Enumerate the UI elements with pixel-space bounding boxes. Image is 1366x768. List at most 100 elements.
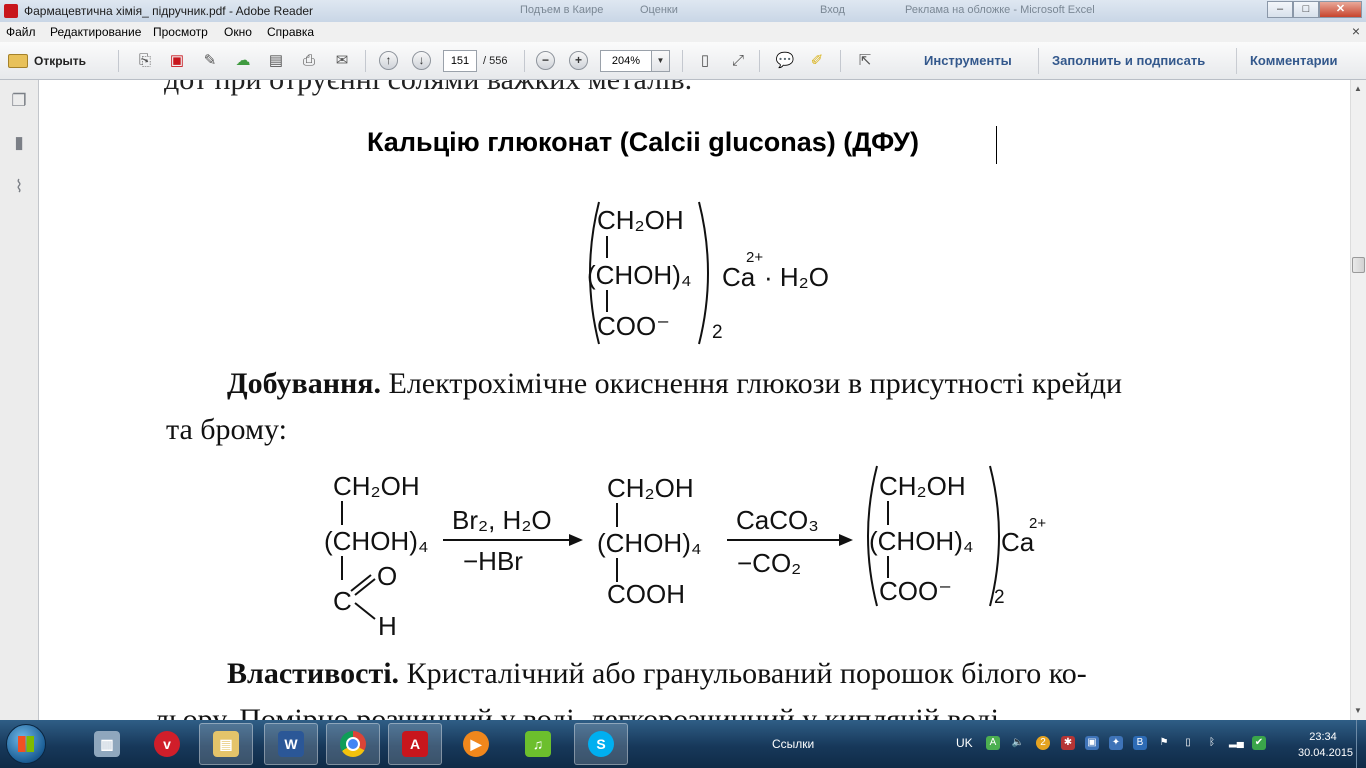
- ghost-tab: Реклама на обложке - Microsoft Excel: [905, 4, 1095, 16]
- r3-coo: COO⁻: [879, 576, 952, 606]
- fit-page-icon[interactable]: ▯: [694, 49, 716, 71]
- bookmarks-icon[interactable]: ▮: [8, 132, 30, 154]
- file-manager-icon: ▥: [94, 731, 120, 757]
- taskbar-app-adobe-reader[interactable]: A: [388, 723, 442, 765]
- tools-link[interactable]: Инструменты: [924, 53, 1012, 68]
- language-indicator[interactable]: UK: [956, 736, 973, 750]
- flag-icon[interactable]: ⚑: [1157, 736, 1171, 750]
- clock-date: 30.04.2015: [1298, 747, 1354, 759]
- tray-app-icon[interactable]: ✱: [1061, 736, 1075, 750]
- toolbar: Открыть ⎘ ▣ ✎ ☁ ▤ ⎙ ✉ ↑ ↓ 151 / 556 − + …: [0, 42, 1366, 80]
- zoom-in-icon[interactable]: +: [569, 51, 588, 70]
- menu-file[interactable]: Файл: [6, 25, 36, 39]
- arrow2-reagent: CaCO₃: [736, 505, 819, 535]
- document-page[interactable]: дот при отруєнні солями важких металів. …: [39, 80, 1350, 720]
- virgin-mobile-icon: v: [154, 731, 180, 757]
- scroll-down-icon[interactable]: ▼: [1354, 706, 1362, 715]
- vertical-scrollbar[interactable]: ▲ ▼: [1350, 80, 1366, 720]
- properties-label: Властивості.: [227, 657, 400, 690]
- windows-logo-icon: [18, 736, 34, 752]
- toolbar-divider: [682, 50, 683, 72]
- attachments-icon[interactable]: ⌇: [8, 176, 30, 198]
- scroll-thumb[interactable]: [1352, 257, 1365, 273]
- open-button[interactable]: Открыть: [8, 50, 86, 72]
- page-thumbnails-icon[interactable]: ❐: [8, 90, 30, 112]
- zoom-field[interactable]: 204%: [600, 50, 652, 72]
- highlight-icon[interactable]: ✐: [806, 49, 828, 71]
- properties-paragraph-line2: льору. Помірно розчинний у воді, легкоро…: [154, 703, 999, 720]
- text-cursor: [996, 126, 997, 164]
- create-pdf-icon[interactable]: ⎘: [134, 49, 156, 71]
- export-pdf-icon[interactable]: ▣: [166, 49, 188, 71]
- taskbar-app-skype[interactable]: S: [574, 723, 628, 765]
- zoom-out-icon[interactable]: −: [536, 51, 555, 70]
- r3-index: 2: [994, 587, 1005, 608]
- next-page-icon[interactable]: ↓: [412, 51, 431, 70]
- zoom-dropdown-icon[interactable]: ▼: [652, 50, 670, 72]
- taskbar-app-word[interactable]: W: [264, 723, 318, 765]
- bond-line: [606, 290, 608, 312]
- taskbar-app-explorer[interactable]: ▤: [199, 723, 253, 765]
- section-heading: Кальцію глюконат (Calcii gluconas) (ДФУ): [367, 127, 919, 157]
- bond-line: [887, 501, 889, 525]
- edit-pdf-icon[interactable]: ✎: [199, 49, 221, 71]
- toolbar-divider: [759, 50, 760, 72]
- production-paragraph-line2: та брому:: [166, 413, 287, 446]
- taskbar-app-chrome[interactable]: [326, 723, 380, 765]
- close-button[interactable]: ✕: [1319, 1, 1362, 18]
- taskbar-app-media-player[interactable]: ▶: [449, 723, 503, 765]
- volume-icon[interactable]: 🔈: [1011, 736, 1025, 750]
- comments-link[interactable]: Комментарии: [1250, 53, 1338, 68]
- toolbar-divider: [840, 50, 841, 72]
- fit-width-icon[interactable]: ⤢: [727, 49, 749, 71]
- properties-paragraph: Властивості. Кристалічний або гранульова…: [227, 657, 1087, 691]
- tray-app-icon[interactable]: ✦: [1109, 736, 1123, 750]
- r3-ca: Ca: [1001, 527, 1035, 557]
- tray-app-icon[interactable]: ▣: [1085, 736, 1099, 750]
- taskbar-app-file-manager[interactable]: ▥: [80, 723, 134, 765]
- arrow1-reagents: Br₂, H₂O: [452, 505, 552, 535]
- tray-notification-icon[interactable]: 2: [1036, 736, 1050, 750]
- network-signal-icon[interactable]: ▂▄: [1229, 736, 1244, 750]
- page-total: / 556: [483, 55, 508, 67]
- tray-app-icon[interactable]: ✔: [1252, 736, 1266, 750]
- full-screen-icon[interactable]: ⇱: [854, 49, 876, 71]
- show-desktop-button[interactable]: [1356, 720, 1366, 768]
- links-toolbar[interactable]: Ссылки: [772, 737, 814, 751]
- close-document-icon[interactable]: ×: [1352, 23, 1360, 39]
- bluetooth-icon[interactable]: ᛒ: [1205, 736, 1219, 750]
- menu-view[interactable]: Просмотр: [153, 25, 208, 39]
- start-button[interactable]: [6, 724, 46, 764]
- menu-help[interactable]: Справка: [267, 25, 314, 39]
- tray-app-icon[interactable]: A: [986, 736, 1000, 750]
- tray-app-icon[interactable]: B: [1133, 736, 1147, 750]
- clock[interactable]: 23:34 30.04.2015: [1298, 729, 1354, 761]
- production-label: Добування.: [227, 367, 381, 400]
- r2-choh: (CHOH)₄: [597, 528, 702, 558]
- page-number-field[interactable]: 151: [443, 50, 477, 72]
- email-icon[interactable]: ✉: [331, 49, 353, 71]
- taskbar-app-music[interactable]: ♫: [511, 723, 565, 765]
- menu-edit[interactable]: Редактирование: [50, 25, 141, 39]
- chrome-icon: [340, 731, 366, 757]
- taskbar-app-virgin-mobile[interactable]: v: [140, 723, 194, 765]
- sticky-note-icon[interactable]: 💬: [774, 49, 796, 71]
- maximize-button[interactable]: □: [1293, 1, 1319, 18]
- minimize-button[interactable]: –: [1267, 1, 1293, 18]
- previous-line-text: дот при отруєнні солями важких металів.: [164, 80, 692, 97]
- upload-cloud-icon[interactable]: ☁: [232, 49, 254, 71]
- previous-page-icon[interactable]: ↑: [379, 51, 398, 70]
- toolbar-divider: [524, 50, 525, 72]
- r3-charge: 2+: [1029, 515, 1047, 532]
- r1-o: O: [377, 561, 398, 591]
- save-icon[interactable]: ▤: [265, 49, 287, 71]
- bond-line: [606, 236, 608, 258]
- fill-sign-link[interactable]: Заполнить и подписать: [1052, 53, 1205, 68]
- menu-window[interactable]: Окно: [224, 25, 252, 39]
- adobe-reader-icon: [4, 4, 18, 18]
- battery-icon[interactable]: ▯: [1181, 736, 1195, 750]
- r1-h: H: [378, 611, 397, 641]
- scroll-up-icon[interactable]: ▲: [1354, 84, 1362, 93]
- formula-choh: (CHOH)₄: [587, 260, 692, 290]
- print-icon[interactable]: ⎙: [298, 49, 320, 71]
